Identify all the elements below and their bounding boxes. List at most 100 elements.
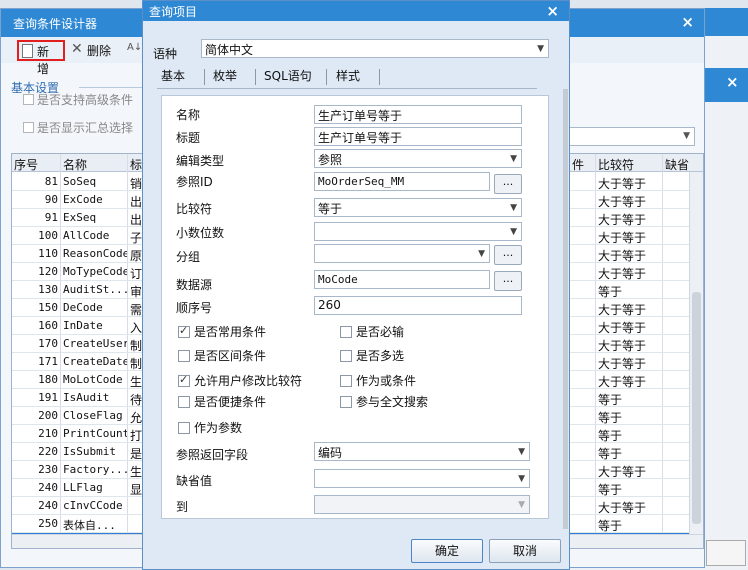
chevron-down-icon: ▼ [518, 447, 525, 457]
row-seq: 91 [44, 211, 58, 224]
checkbox-label: 允许用户修改比较符 [194, 374, 303, 388]
row-name: LLFlag [63, 481, 103, 494]
checkbox-box [23, 122, 34, 133]
designer-title: 查询条件设计器 [13, 17, 98, 31]
or-condition-checkbox[interactable]: 作为或条件 [340, 372, 416, 389]
dialog-titlebar: 查询项目 × [143, 1, 569, 21]
language-label: 语种 [153, 47, 178, 61]
tab-separator [379, 69, 380, 85]
row-compare: 等于 [598, 447, 623, 461]
title-label: 标题 [176, 131, 201, 145]
row-title: 原 [130, 249, 142, 263]
datasource-input[interactable]: MoCode [314, 270, 490, 289]
scrollbar-thumb[interactable] [692, 292, 701, 524]
row-compare: 等于 [598, 393, 623, 407]
row-name: InDate [63, 319, 103, 332]
grid-vertical-scrollbar[interactable] [689, 172, 703, 536]
edit-type-value: 参照 [318, 153, 343, 167]
multi-select-checkbox[interactable]: 是否多选 [340, 347, 404, 364]
advanced-condition-checkbox[interactable]: 是否支持高级条件 [23, 91, 133, 108]
order-input[interactable]: 260 [314, 296, 522, 315]
dialog-scrollbar[interactable] [563, 89, 568, 529]
chevron-down-icon: ▼ [518, 474, 525, 484]
delete-button[interactable]: ✕ 删除 [67, 40, 115, 61]
row-compare: 大于等于 [598, 501, 647, 515]
row-compare: 大于等于 [598, 195, 647, 209]
as-parameter-checkbox[interactable]: 作为参数 [178, 419, 242, 436]
show-summary-checkbox[interactable]: 是否显示汇总选择 [23, 119, 133, 136]
common-condition-checkbox[interactable]: 是否常用条件 [178, 323, 266, 340]
default-value-select[interactable]: ▼ [314, 469, 530, 488]
checkbox-box [178, 373, 190, 387]
close-icon[interactable]: × [726, 73, 739, 91]
row-compare: 大于等于 [598, 249, 647, 263]
tab-style[interactable]: 样式 [336, 67, 360, 84]
header-default[interactable]: 缺省 [665, 156, 689, 173]
row-title: 制 [130, 339, 142, 353]
chevron-down-icon: ▼ [478, 249, 485, 259]
row-title: 销 [130, 177, 142, 191]
order-value: 260 [318, 298, 341, 312]
checkbox-box [178, 324, 190, 338]
row-title: 出 [130, 213, 142, 227]
row-seq: 220 [38, 445, 58, 458]
row-title: 是 [130, 447, 142, 461]
ok-button[interactable]: 确定 [411, 539, 483, 563]
row-name: SoSeq [63, 175, 97, 188]
header-compare[interactable]: 比较符 [598, 156, 634, 173]
row-name: IsSubmit [63, 445, 116, 458]
ref-id-input[interactable]: MoOrderSeq_MM [314, 172, 490, 191]
to-label: 到 [176, 500, 189, 514]
datasource-value: MoCode [318, 273, 358, 286]
tab-basic[interactable]: 基本 [161, 67, 185, 84]
group-select[interactable]: ▼ [314, 244, 490, 263]
decimal-select[interactable]: ▼ [314, 222, 522, 241]
close-icon[interactable]: × [546, 2, 559, 20]
close-icon[interactable]: × [681, 13, 694, 31]
tab-sql[interactable]: SQL语句 [264, 67, 312, 84]
cancel-button[interactable]: 取消 [489, 539, 561, 563]
default-value-label: 缺省值 [176, 474, 213, 488]
row-name: ExSeq [63, 211, 97, 224]
group-browse-button[interactable]: ... [494, 245, 522, 265]
edit-type-select[interactable]: 参照 ▼ [314, 149, 522, 168]
new-button[interactable]: 新增 [17, 40, 65, 76]
new-button-label: 新增 [37, 45, 50, 76]
compare-value: 等于 [318, 202, 343, 216]
row-name: CreateUser [63, 337, 127, 350]
row-seq: 100 [38, 229, 58, 242]
required-checkbox[interactable]: 是否必输 [340, 323, 404, 340]
delete-button-label: 删除 [87, 44, 112, 58]
compare-select[interactable]: 等于 ▼ [314, 198, 522, 217]
header-condition[interactable]: 件 [572, 156, 584, 173]
row-compare: 等于 [598, 429, 623, 443]
row-compare: 大于等于 [598, 177, 647, 191]
quick-condition-checkbox[interactable]: 是否便捷条件 [178, 393, 266, 410]
header-seq[interactable]: 序号 [14, 156, 38, 173]
allow-modify-compare-checkbox[interactable]: 允许用户修改比较符 [178, 372, 302, 389]
ref-id-browse-button[interactable]: ... [494, 174, 522, 194]
row-title: 待 [130, 393, 142, 407]
row-compare: 大于等于 [598, 321, 647, 335]
language-select[interactable]: 简体中文 ▼ [201, 39, 549, 58]
background-button[interactable] [706, 540, 746, 566]
fulltext-search-checkbox[interactable]: 参与全文搜索 [340, 393, 428, 410]
title-input[interactable]: 生产订单号等于 [314, 127, 522, 146]
name-input[interactable]: 生产订单号等于 [314, 105, 522, 124]
chevron-down-icon: ▼ [510, 203, 517, 213]
checkbox-label: 参与全文搜索 [356, 395, 429, 409]
ref-return-select[interactable]: 编码 ▼ [314, 442, 530, 461]
range-condition-checkbox[interactable]: 是否区间条件 [178, 347, 266, 364]
header-name[interactable]: 名称 [63, 156, 87, 173]
datasource-browse-button[interactable]: ... [494, 271, 522, 291]
compare-label: 比较符 [176, 202, 213, 216]
dialog-title: 查询项目 [149, 5, 198, 19]
row-seq: 180 [38, 373, 58, 386]
background-combobox[interactable]: ▼ [563, 127, 695, 146]
tab-enum[interactable]: 枚举 [213, 67, 237, 84]
checkbox-box [178, 422, 190, 434]
row-seq: 90 [44, 193, 58, 206]
checkbox-box [23, 94, 34, 105]
header-title[interactable]: 标 [130, 156, 142, 173]
delete-x-icon: ✕ [71, 41, 83, 57]
